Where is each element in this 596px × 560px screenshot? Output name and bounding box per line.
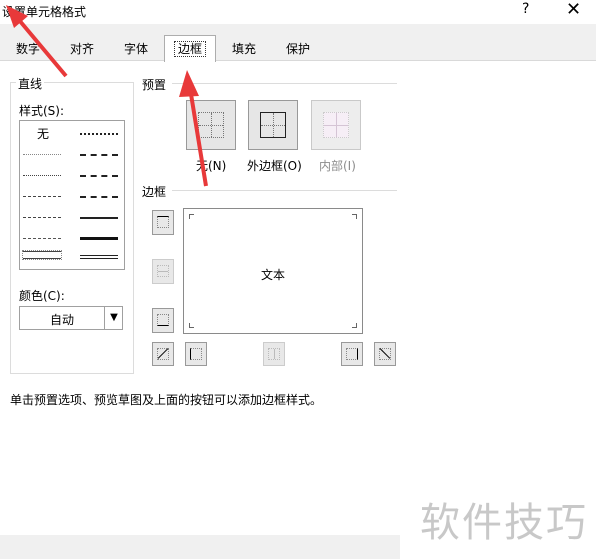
tab-border[interactable]: 边框 (164, 35, 216, 62)
arrow-to-border-tab (179, 70, 208, 187)
arrow-to-title (6, 5, 68, 78)
tab-border-label: 边框 (173, 41, 206, 57)
annotation-arrows (6, 5, 208, 187)
